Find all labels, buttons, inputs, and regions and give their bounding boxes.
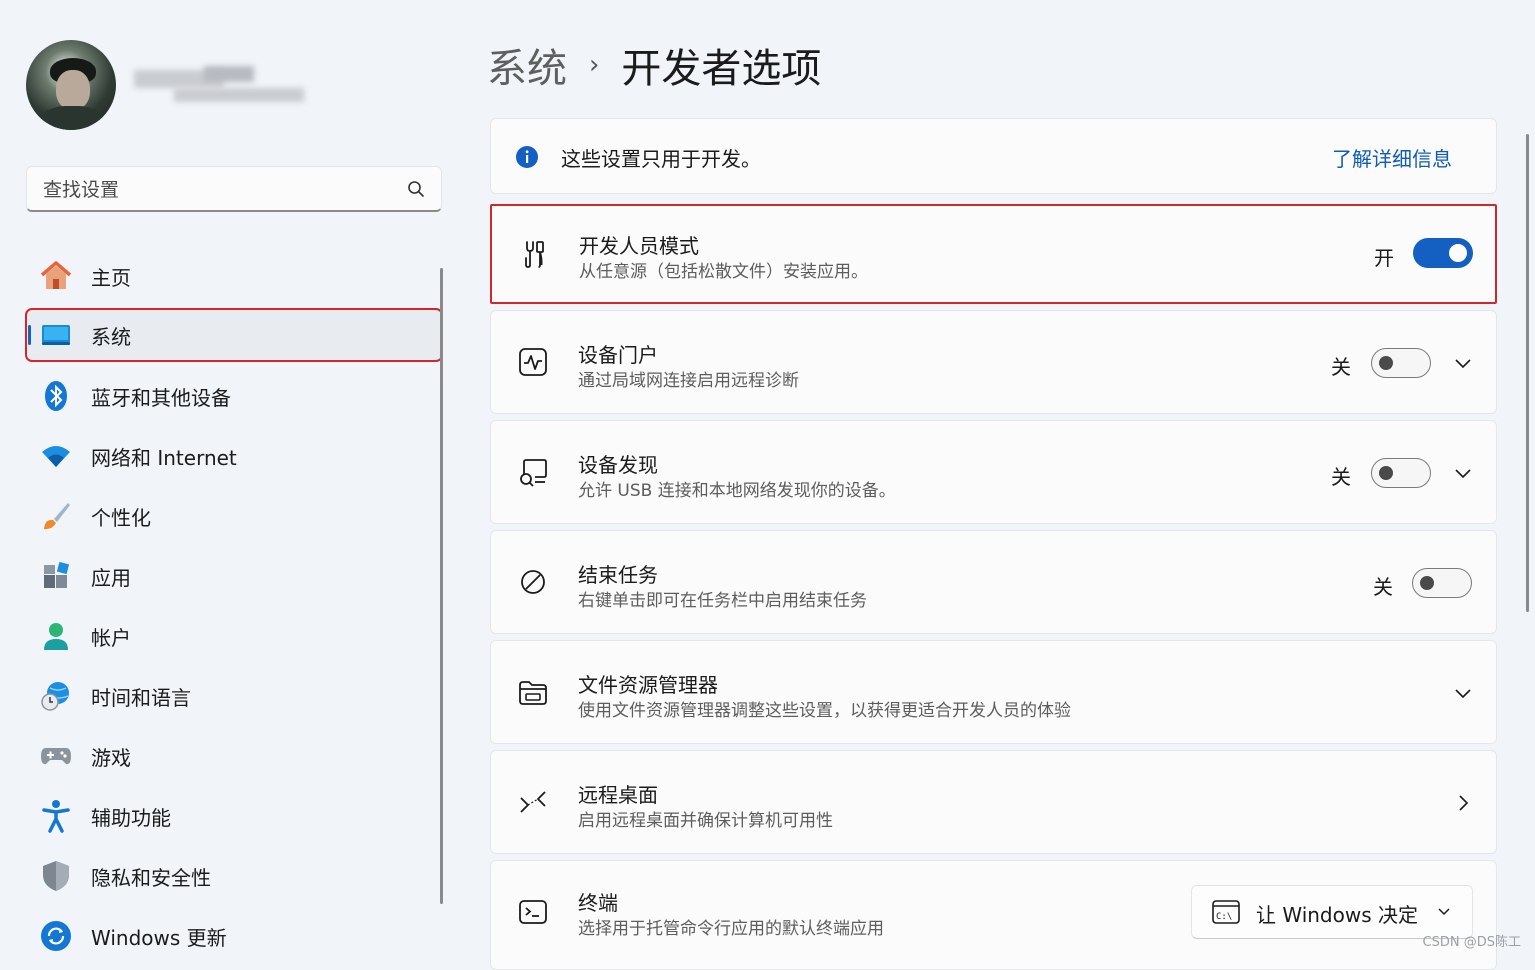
chevron-right-icon[interactable] <box>1453 793 1473 813</box>
gamepad-icon <box>38 738 74 774</box>
update-icon <box>38 918 74 954</box>
sidebar-item-personalization[interactable]: 个性化 <box>26 486 442 546</box>
developer-mode-toggle[interactable] <box>1413 238 1473 268</box>
setting-developer-mode: 开发人员模式 从任意源（包括松散文件）安装应用。 开 <box>490 204 1497 304</box>
brush-icon <box>38 498 74 534</box>
apps-icon <box>38 558 74 594</box>
setting-title: 开发人员模式 <box>579 234 699 258</box>
wifi-icon <box>38 438 74 474</box>
page-title: 开发者选项 <box>621 46 822 92</box>
sidebar-item-label: 辅助功能 <box>91 805 171 830</box>
setting-description: 选择用于托管命令行应用的默认终端应用 <box>578 919 884 939</box>
setting-description: 通过局域网连接启用远程诊断 <box>578 371 799 391</box>
system-icon <box>38 317 74 353</box>
setting-description: 右键单击即可在任务栏中启用结束任务 <box>578 591 867 611</box>
sidebar-item-bluetooth[interactable]: 蓝牙和其他设备 <box>26 366 442 426</box>
setting-terminal: 终端 选择用于托管命令行应用的默认终端应用 C:\ 让 Windows 决定 <box>490 860 1497 970</box>
account-icon <box>38 618 74 654</box>
svg-text:C:\: C:\ <box>1216 912 1232 922</box>
sidebar-item-label: 时间和语言 <box>91 685 191 710</box>
setting-description: 允许 USB 连接和本地网络发现你的设备。 <box>578 481 896 501</box>
sidebar-scrollbar[interactable] <box>440 268 443 904</box>
sidebar-item-accessibility[interactable]: 辅助功能 <box>26 786 442 846</box>
chevron-down-icon <box>1438 908 1450 916</box>
user-name-blurred <box>134 66 306 110</box>
dropdown-selected-value: 让 Windows 决定 <box>1256 903 1418 927</box>
accessibility-icon <box>38 798 74 834</box>
chevron-down-icon[interactable] <box>1453 353 1473 373</box>
setting-file-explorer[interactable]: 文件资源管理器 使用文件资源管理器调整这些设置，以获得更适合开发人员的体验 <box>490 640 1497 744</box>
sidebar-item-label: 主页 <box>91 265 131 290</box>
info-icon <box>516 146 538 168</box>
sidebar-item-label: Windows 更新 <box>91 925 227 950</box>
sidebar-item-label: 隐私和安全性 <box>91 865 211 890</box>
search-icon[interactable] <box>407 180 425 198</box>
setting-device-portal: 设备门户 通过局域网连接启用远程诊断 关 <box>490 310 1497 414</box>
sidebar-item-time-language[interactable]: 时间和语言 <box>26 666 442 726</box>
setting-title: 终端 <box>578 891 618 915</box>
setting-title: 远程桌面 <box>578 783 658 807</box>
setting-title: 设备门户 <box>578 343 658 367</box>
setting-end-task: 结束任务 右键单击即可在任务栏中启用结束任务 关 <box>490 530 1497 634</box>
watermark: CSDN @DS陈工 <box>1422 935 1521 950</box>
breadcrumb: 系统 › 开发者选项 <box>487 36 821 94</box>
info-text: 这些设置只用于开发。 <box>561 147 761 171</box>
sidebar-item-apps[interactable]: 应用 <box>26 546 442 606</box>
remote-icon <box>520 791 546 813</box>
breadcrumb-separator: › <box>589 50 600 80</box>
bluetooth-icon <box>38 378 74 414</box>
search-box[interactable] <box>26 166 442 212</box>
breadcrumb-parent[interactable]: 系统 <box>487 36 567 94</box>
sidebar-item-gaming[interactable]: 游戏 <box>26 726 442 786</box>
block-icon <box>521 570 545 594</box>
setting-title: 文件资源管理器 <box>578 673 718 697</box>
cmd-icon: C:\ <box>1212 900 1240 924</box>
setting-description: 从任意源（包括松散文件）安装应用。 <box>579 262 868 282</box>
sidebar-item-accounts[interactable]: 帐户 <box>26 606 442 666</box>
globe-clock-icon <box>38 678 74 714</box>
terminal-icon <box>519 900 547 924</box>
main-scrollbar[interactable] <box>1526 134 1529 612</box>
search-input[interactable] <box>41 175 385 205</box>
chevron-down-icon[interactable] <box>1453 463 1473 483</box>
sidebar-item-home[interactable]: 主页 <box>26 246 442 306</box>
device-search-icon <box>520 459 547 487</box>
sidebar-item-privacy[interactable]: 隐私和安全性 <box>26 846 442 906</box>
sidebar-item-label: 帐户 <box>91 625 131 650</box>
setting-description: 启用远程桌面并确保计算机可用性 <box>578 811 833 831</box>
sidebar-item-label: 游戏 <box>91 745 131 770</box>
device-discovery-toggle[interactable] <box>1371 458 1431 488</box>
sidebar-item-label: 个性化 <box>91 505 151 530</box>
sidebar-item-label: 应用 <box>91 565 131 590</box>
toggle-state-label: 关 <box>1331 465 1351 489</box>
end-task-toggle[interactable] <box>1412 568 1472 598</box>
sidebar-item-system[interactable]: 系统 <box>25 308 443 362</box>
sidebar-item-label: 蓝牙和其他设备 <box>91 385 231 410</box>
home-icon <box>38 258 74 294</box>
setting-remote-desktop[interactable]: 远程桌面 启用远程桌面并确保计算机可用性 <box>490 750 1497 854</box>
toggle-state-label: 关 <box>1331 355 1351 379</box>
pulse-icon <box>519 348 547 376</box>
sidebar-item-network[interactable]: 网络和 Internet <box>26 426 442 486</box>
user-avatar[interactable] <box>26 40 116 130</box>
setting-title: 设备发现 <box>578 453 658 477</box>
setting-description: 使用文件资源管理器调整这些设置，以获得更适合开发人员的体验 <box>578 701 1071 721</box>
sidebar-item-label: 系统 <box>91 324 131 349</box>
tools-icon <box>525 241 544 268</box>
chevron-down-icon[interactable] <box>1453 683 1473 703</box>
folder-icon <box>519 681 547 705</box>
sidebar-nav: 主页 系统 蓝牙和其他设备 网络和 Internet 个性化 应用 帐户 时间和… <box>25 246 443 966</box>
toggle-state-label: 开 <box>1374 246 1394 270</box>
sidebar-item-windows-update[interactable]: Windows 更新 <box>26 906 442 966</box>
sidebar-item-label: 网络和 Internet <box>91 445 237 470</box>
setting-device-discovery: 设备发现 允许 USB 连接和本地网络发现你的设备。 关 <box>490 420 1497 524</box>
device-portal-toggle[interactable] <box>1371 348 1431 378</box>
shield-icon <box>38 858 74 894</box>
info-banner: 这些设置只用于开发。 了解详细信息 <box>490 118 1497 194</box>
learn-more-link[interactable]: 了解详细信息 <box>1332 143 1452 172</box>
setting-title: 结束任务 <box>578 563 658 587</box>
toggle-state-label: 关 <box>1373 575 1393 599</box>
